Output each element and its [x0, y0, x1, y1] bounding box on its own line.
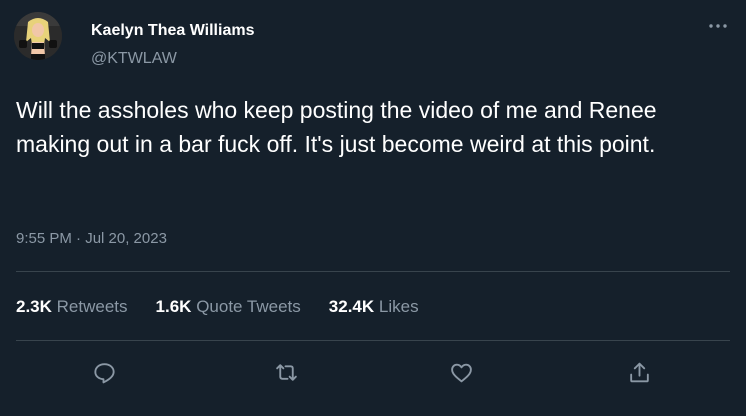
likes-label: Likes: [378, 297, 419, 316]
quote-tweets-count: 1.6K: [155, 297, 192, 316]
retweet-icon: [275, 363, 297, 381]
share-icon: [629, 362, 649, 382]
engagement-stats: 2.3K Retweets 1.6K Quote Tweets 32.4K Li…: [16, 297, 419, 319]
divider: [16, 340, 730, 341]
share-button[interactable]: [619, 352, 659, 392]
retweets-count: 2.3K: [16, 297, 52, 316]
avatar-image: [14, 12, 62, 60]
likes-count: 32.4K: [328, 297, 375, 316]
author-name[interactable]: Kaelyn Thea Williams: [91, 22, 254, 40]
retweets-stat[interactable]: 2.3K Retweets: [16, 297, 128, 319]
quote-tweets-label: Quote Tweets: [196, 297, 301, 316]
divider: [16, 271, 730, 272]
more-horizontal-icon: [709, 24, 727, 28]
quote-tweets-stat[interactable]: 1.6K Quote Tweets: [156, 297, 301, 319]
reply-icon: [93, 362, 115, 383]
like-button[interactable]: [441, 352, 481, 392]
author-handle[interactable]: @KTWLAW: [91, 50, 177, 68]
retweets-label: Retweets: [56, 297, 128, 316]
more-button[interactable]: [700, 12, 736, 40]
avatar[interactable]: [14, 12, 62, 60]
heart-icon: [450, 363, 472, 382]
action-bar: [0, 352, 746, 392]
likes-stat[interactable]: 32.4K Likes: [329, 297, 419, 319]
tweet-text: Will the assholes who keep posting the v…: [16, 97, 657, 157]
retweet-button[interactable]: [266, 352, 306, 392]
reply-button[interactable]: [84, 352, 124, 392]
tweet-timestamp[interactable]: 9:55 PM · Jul 20, 2023: [16, 230, 167, 247]
